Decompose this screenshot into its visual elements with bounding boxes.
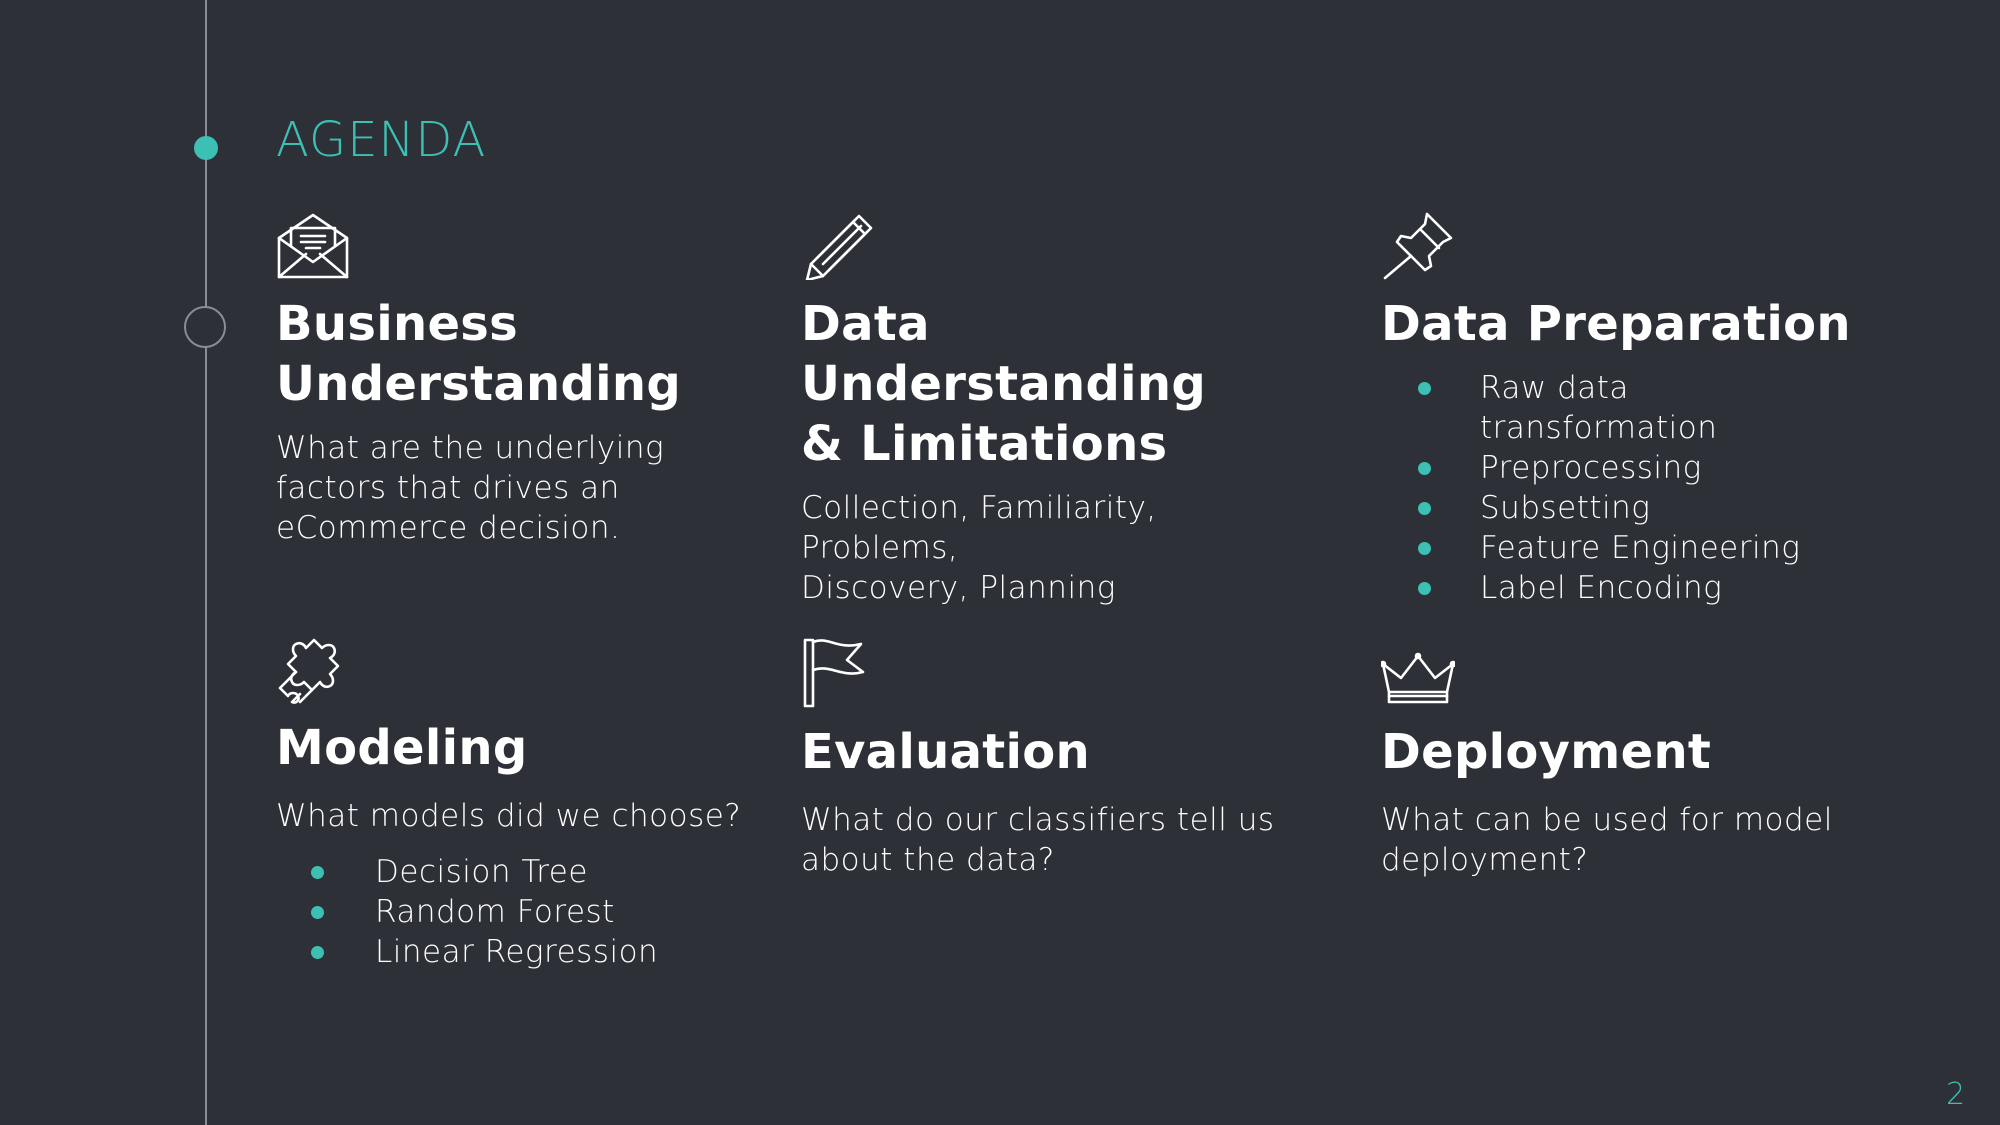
bullet-list: Decision Tree Random Forest Linear Regre… xyxy=(276,852,776,972)
bullet-dot xyxy=(1418,502,1431,515)
list-item: Linear Regression xyxy=(276,932,776,972)
agenda-item-business-understanding: Business Understanding What are the unde… xyxy=(276,212,756,548)
agenda-item-evaluation: Evaluation What do our classifiers tell … xyxy=(801,636,1321,880)
crown-icon xyxy=(1381,652,1455,704)
list-item-text: Raw data xyxy=(1480,370,1629,406)
list-item: Decision Tree xyxy=(276,852,776,892)
list-item-text: Preprocessing xyxy=(1480,450,1702,486)
item-description: What are the underlying factors that dri… xyxy=(276,428,756,548)
agenda-item-data-understanding: Data Understanding & Limitations Collect… xyxy=(801,212,1321,608)
item-description: Collection, Familiarity, Problems, Disco… xyxy=(801,488,1321,608)
pushpin-icon xyxy=(1383,212,1453,280)
list-item: Preprocessing xyxy=(1381,448,1901,488)
puzzle-icon xyxy=(278,638,340,704)
title-line: Understanding xyxy=(276,356,682,412)
list-item-text: Decision Tree xyxy=(375,854,588,890)
description-line: Collection, Familiarity, Problems, xyxy=(801,490,1157,566)
description-line: about the data? xyxy=(801,842,1055,878)
agenda-item-deployment: Deployment What can be used for model de… xyxy=(1381,652,1901,880)
list-item: Feature Engineering xyxy=(1381,528,1901,568)
item-title: Modeling xyxy=(276,720,528,776)
bullet-dot xyxy=(1418,382,1431,395)
bullet-dot xyxy=(1418,582,1431,595)
item-title: Business Understanding xyxy=(276,294,756,414)
list-item-text: transformation xyxy=(1480,410,1718,446)
bullet-dot xyxy=(311,906,324,919)
bullet-dot xyxy=(311,946,324,959)
bullet-list: Raw data transformation Preprocessing Su… xyxy=(1381,368,1901,608)
description-line: deployment? xyxy=(1381,842,1589,878)
item-description: What models did we choose? xyxy=(276,798,742,834)
bullet-dot xyxy=(1418,542,1431,555)
timeline-active-dot xyxy=(194,136,218,160)
agenda-slide: AGENDA Business Understanding What are t… xyxy=(0,0,2000,1125)
description-line: What can be used for model xyxy=(1381,802,1833,838)
title-line: Data Understanding xyxy=(801,296,1207,412)
list-item: Random Forest xyxy=(276,892,776,932)
title-line: Business xyxy=(276,296,519,352)
agenda-item-modeling: Modeling What models did we choose? Deci… xyxy=(276,636,776,972)
description-line: factors that drives an xyxy=(276,470,620,506)
item-description: What can be used for model deployment? xyxy=(1381,800,1901,880)
list-item: Subsetting xyxy=(1381,488,1901,528)
bullet-dot xyxy=(1418,462,1431,475)
list-item: transformation xyxy=(1381,408,1901,448)
list-item: Raw data xyxy=(1381,368,1901,408)
bullet-dot xyxy=(311,866,324,879)
page-number: 2 xyxy=(1946,1077,1966,1112)
title-line: & Limitations xyxy=(801,416,1168,472)
item-description: What do our classifiers tell us about th… xyxy=(801,800,1321,880)
agenda-item-data-preparation: Data Preparation Raw data transformation… xyxy=(1381,212,1901,608)
list-item-text: Feature Engineering xyxy=(1480,530,1801,566)
envelope-icon xyxy=(277,213,349,279)
description-line: What are the underlying xyxy=(276,430,665,466)
item-title: Data Understanding & Limitations xyxy=(801,294,1321,474)
timeline-ring xyxy=(184,306,226,348)
description-line: Discovery, Planning xyxy=(801,570,1116,606)
slide-title: AGENDA xyxy=(276,112,487,168)
description-line: What do our classifiers tell us xyxy=(801,802,1275,838)
description-line: eCommerce decision. xyxy=(276,510,621,546)
item-title: Deployment xyxy=(1381,724,1712,780)
item-title: Data Preparation xyxy=(1381,296,1851,352)
item-title: Evaluation xyxy=(801,724,1091,780)
list-item-text: Random Forest xyxy=(375,894,615,930)
timeline-line xyxy=(205,0,207,1125)
list-item: Label Encoding xyxy=(1381,568,1901,608)
list-item-text: Linear Regression xyxy=(375,934,659,970)
pencil-icon xyxy=(805,214,873,280)
list-item-text: Subsetting xyxy=(1480,490,1651,526)
list-item-text: Label Encoding xyxy=(1480,570,1723,606)
flag-icon xyxy=(803,638,865,708)
